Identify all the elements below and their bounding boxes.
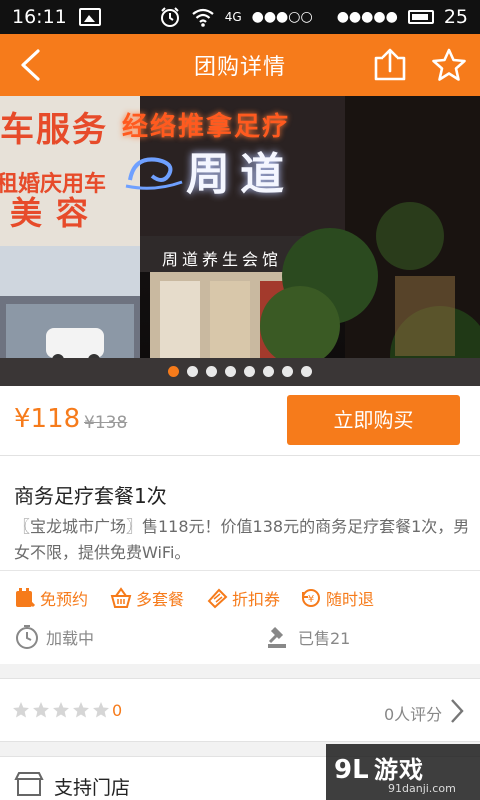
rating-star-icon: [93, 702, 109, 718]
rating-row[interactable]: 0 0人评分: [0, 678, 480, 742]
sign-left-1: 车服务: [0, 110, 108, 150]
carousel-dot[interactable]: [263, 366, 274, 377]
deal-info-card: 商务足疗套餐1次 〖宝龙城市广场〗售118元！价值138元的商务足疗套餐1次，男…: [0, 456, 480, 664]
share-icon[interactable]: [372, 48, 408, 82]
feature-label: 随时退: [326, 590, 375, 609]
countdown-text: 加载中: [46, 629, 95, 648]
carousel-dot[interactable]: [168, 366, 179, 377]
battery-level: 25: [443, 6, 468, 28]
rating-score: 0: [112, 701, 123, 720]
original-price: ¥138: [84, 413, 128, 433]
status-time: 16:11: [12, 6, 67, 28]
chevron-right-icon: [451, 699, 464, 723]
image-notification-icon: [78, 8, 101, 26]
deal-description: 〖宝龙城市广场〗售118元！价值138元的商务足疗套餐1次，男女不限，提供免费W…: [14, 517, 470, 562]
feature-coupon: 折扣券: [206, 586, 280, 610]
stopwatch-icon: [16, 625, 38, 649]
calendar-icon: [16, 588, 36, 608]
signal-dots-2: ●●●●●: [336, 9, 398, 25]
stores-label: 支持门店: [54, 777, 131, 799]
basket-icon: [110, 587, 132, 608]
deal-title: 商务足疗套餐1次: [14, 484, 167, 508]
feature-multi-package: 多套餐: [110, 586, 184, 610]
current-price: ¥118: [14, 404, 81, 434]
countdown-status: 加载中: [14, 624, 94, 650]
sold-text: 已售21: [298, 629, 351, 648]
status-bar: 16:11 4G ●●●○○ ●●●●● 25: [0, 0, 480, 34]
sold-count: 已售21: [266, 624, 350, 650]
signal-dots: ●●●○○: [251, 9, 313, 25]
feature-refund-anytime: ¥ 随时退: [300, 586, 374, 610]
deal-image-carousel[interactable]: 车服务 租婚庆用车 美容 经络推拿足疗 周道 周道养生会馆: [0, 96, 480, 386]
sign-left-3: 美容: [10, 194, 103, 232]
rating-star-icon: [33, 702, 49, 718]
header-bar: 团购详情: [0, 34, 480, 96]
watermark: 9L 游戏 91danji.com: [326, 744, 480, 800]
carousel-indicator: [0, 366, 480, 377]
rating-star-icon: [53, 702, 69, 718]
svg-text:¥: ¥: [308, 594, 314, 605]
store-icon: [14, 772, 44, 796]
back-arrow-icon[interactable]: [16, 48, 46, 82]
watermark-logo: 9L: [334, 755, 369, 784]
buy-now-button[interactable]: 立即购买: [287, 395, 460, 445]
gavel-icon: [268, 626, 286, 648]
page-title: 团购详情: [193, 55, 286, 80]
review-count: 0人评分: [384, 705, 443, 724]
watermark-brand: 游戏: [374, 756, 424, 784]
coupon-icon: [207, 588, 228, 609]
watermark-site: 91danji.com: [388, 782, 456, 795]
feature-label: 免预约: [40, 590, 89, 609]
refund-icon: ¥: [302, 589, 320, 607]
wifi-icon: [192, 8, 214, 27]
brand-logo-swirl-icon: [125, 157, 183, 190]
carousel-dot[interactable]: [206, 366, 217, 377]
carousel-dot[interactable]: [187, 366, 198, 377]
rating-star-icon: [13, 702, 29, 718]
sign-entrance: 周道养生会馆: [162, 250, 283, 269]
carousel-dot[interactable]: [301, 366, 312, 377]
carousel-dot[interactable]: [225, 366, 236, 377]
svg-text:9L: 9L: [334, 755, 369, 784]
status-right: 4G ●●●○○ ●●●●● 25: [159, 6, 468, 28]
favorite-star-icon[interactable]: [430, 47, 468, 83]
carousel-dot[interactable]: [244, 366, 255, 377]
price-section: ¥118 ¥138 立即购买: [0, 386, 480, 456]
rating-star-icon: [73, 702, 89, 718]
carousel-dot[interactable]: [282, 366, 293, 377]
sign-brand: 周道: [186, 149, 294, 200]
feature-label: 折扣券: [232, 590, 281, 609]
divider: [0, 570, 480, 571]
feature-label: 多套餐: [136, 590, 185, 609]
feature-no-reservation: 免预约: [14, 586, 88, 610]
network-label: 4G: [224, 10, 242, 24]
alarm-icon: [160, 7, 179, 27]
star-rating: [12, 701, 110, 719]
battery-icon: [407, 10, 434, 24]
